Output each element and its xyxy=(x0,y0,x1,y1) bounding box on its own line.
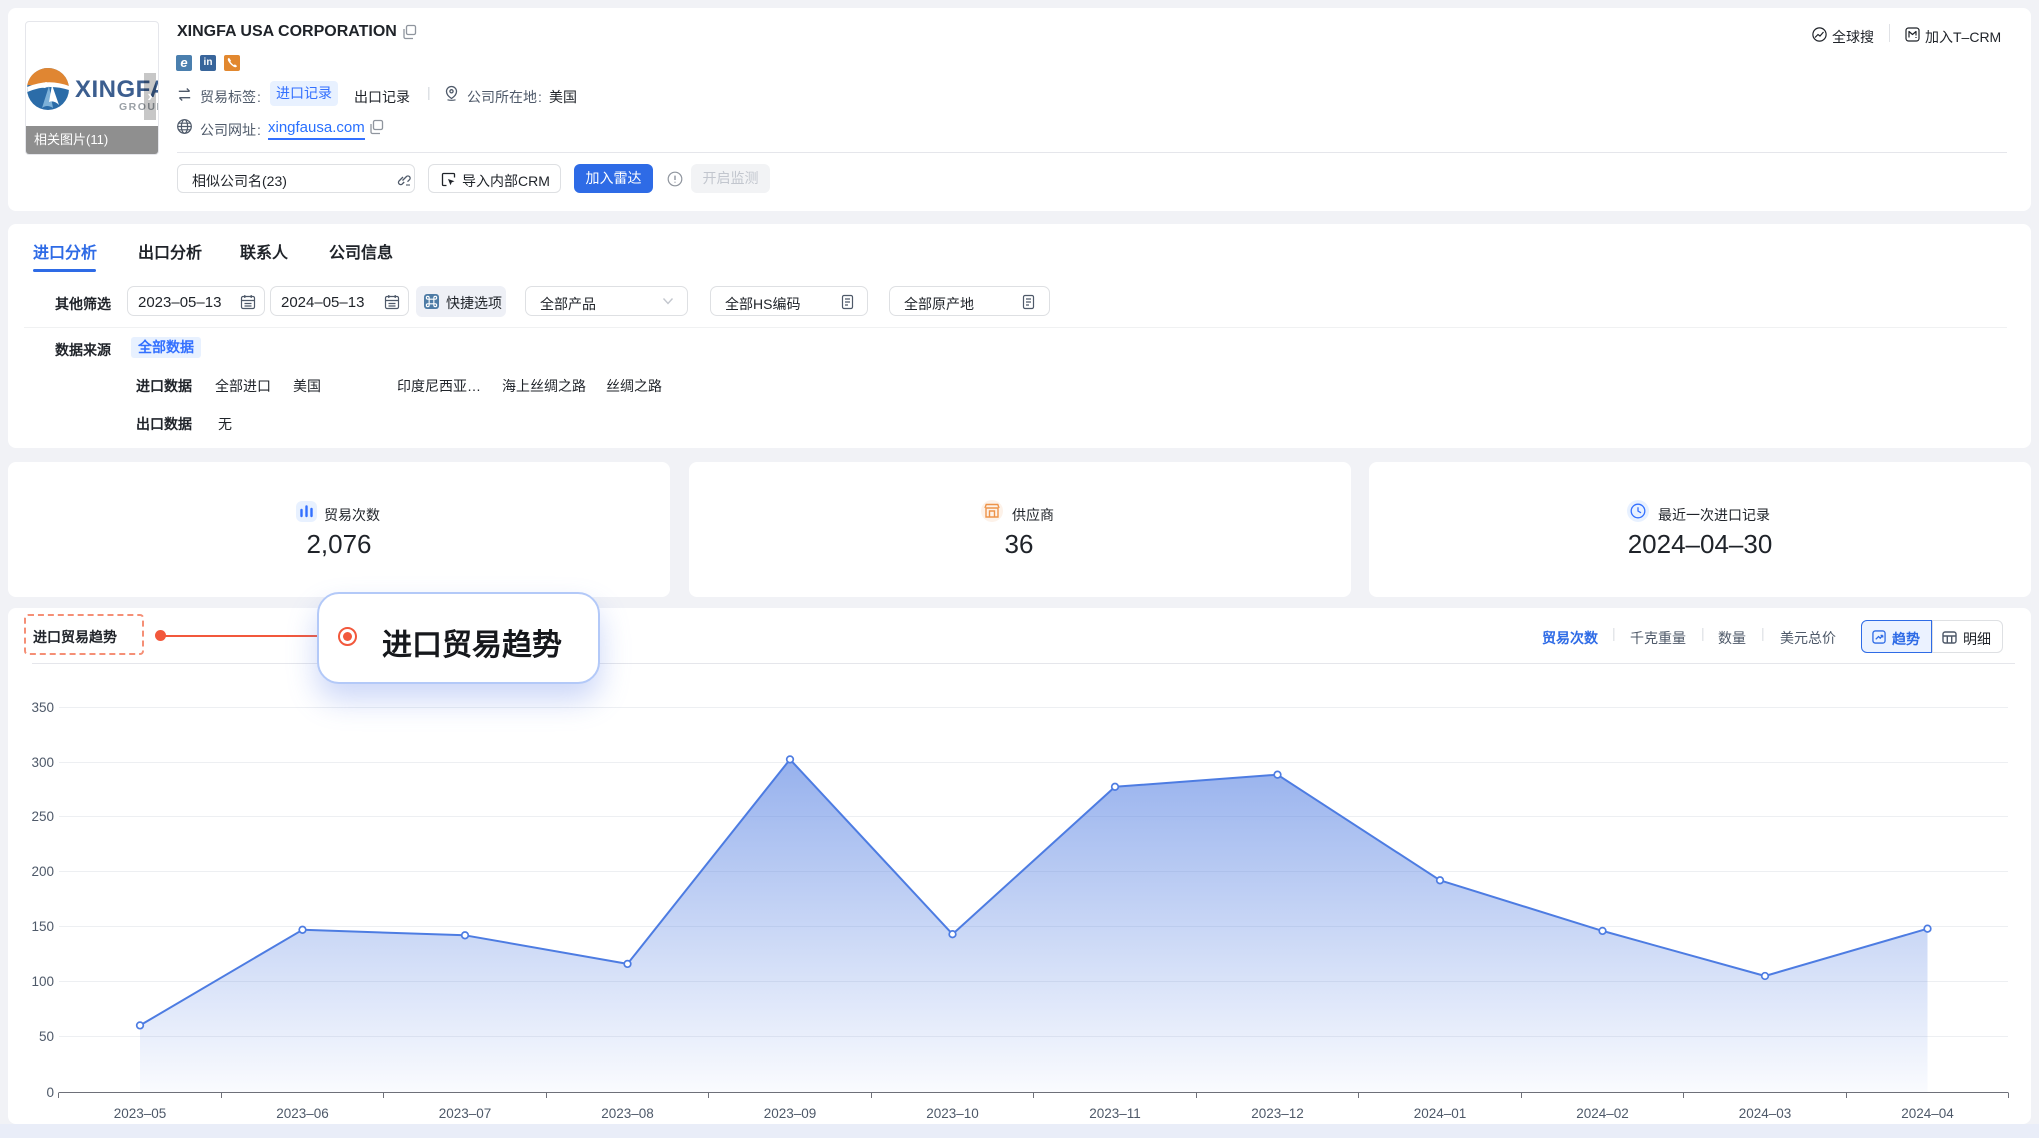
svg-text:100: 100 xyxy=(31,974,54,989)
svg-text:50: 50 xyxy=(39,1029,54,1044)
svg-text:200: 200 xyxy=(31,864,54,879)
svg-text:150: 150 xyxy=(31,919,54,934)
svg-text:250: 250 xyxy=(31,809,54,824)
svg-text:0: 0 xyxy=(46,1085,54,1100)
svg-text:2023–05: 2023–05 xyxy=(114,1106,167,1121)
svg-text:2024–01: 2024–01 xyxy=(1414,1106,1467,1121)
svg-text:2024–02: 2024–02 xyxy=(1576,1106,1629,1121)
svg-text:2023–09: 2023–09 xyxy=(764,1106,817,1121)
svg-text:2023–06: 2023–06 xyxy=(276,1106,329,1121)
svg-text:2023–08: 2023–08 xyxy=(601,1106,654,1121)
svg-text:350: 350 xyxy=(31,700,54,715)
svg-text:2023–11: 2023–11 xyxy=(1089,1106,1141,1121)
svg-text:300: 300 xyxy=(31,755,54,770)
svg-text:2023–07: 2023–07 xyxy=(439,1106,492,1121)
svg-text:2023–10: 2023–10 xyxy=(926,1106,979,1121)
svg-text:2024–03: 2024–03 xyxy=(1739,1106,1792,1121)
svg-text:2023–12: 2023–12 xyxy=(1251,1106,1304,1121)
svg-text:2024–04: 2024–04 xyxy=(1901,1106,1954,1121)
